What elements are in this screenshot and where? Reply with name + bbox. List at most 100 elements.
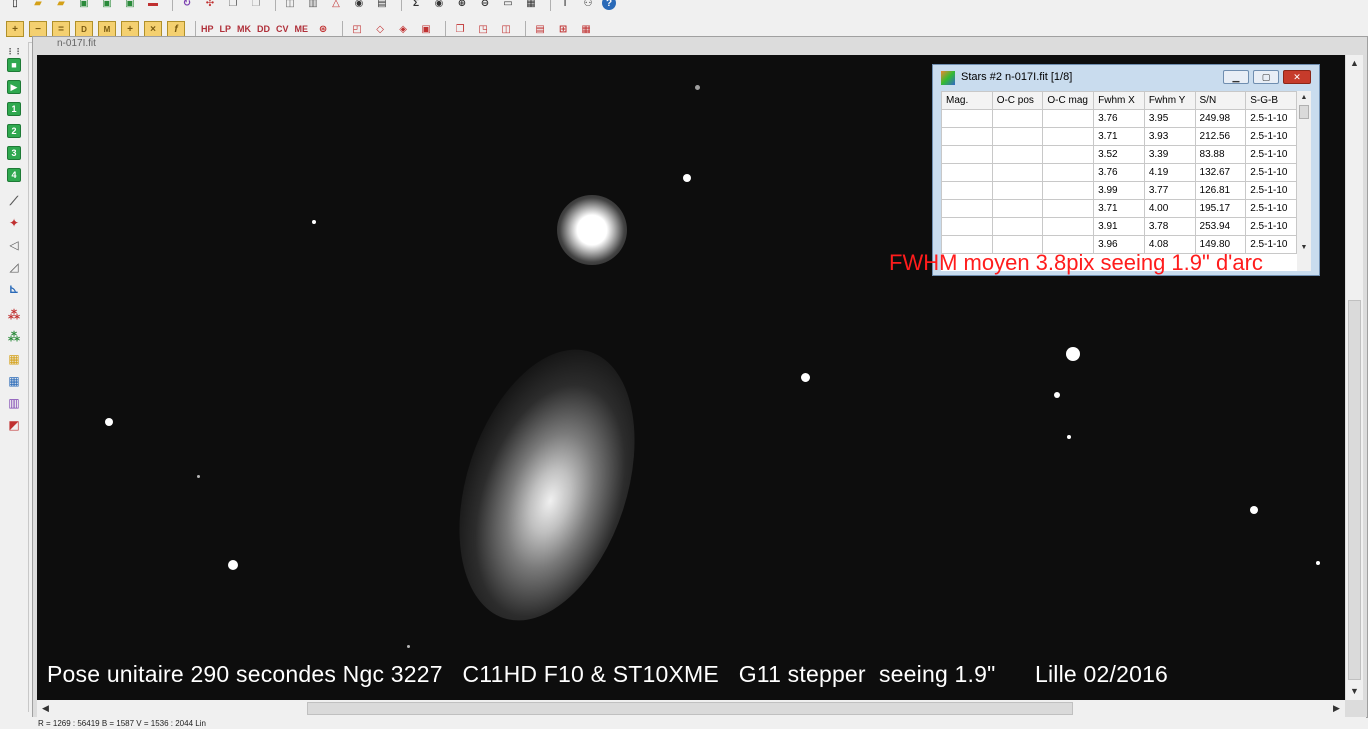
channel-4-button[interactable]: 4 bbox=[7, 168, 21, 182]
convolve-button[interactable]: CV bbox=[276, 24, 289, 34]
channel-2-button[interactable]: 2 bbox=[7, 124, 21, 138]
zoom-in-icon[interactable]: ⊕ bbox=[453, 0, 471, 11]
table-row[interactable]: 3.71 4.00 195.17 2.5-1-10 bbox=[941, 199, 1297, 218]
palette-icon[interactable]: ▦ bbox=[7, 352, 21, 366]
column-header[interactable]: Fwhm Y bbox=[1143, 91, 1196, 110]
rgb-icon[interactable]: ⁂ bbox=[7, 308, 21, 322]
zoom-window-icon[interactable]: ◫ bbox=[281, 0, 299, 11]
color-grid-icon[interactable]: ▦ bbox=[7, 374, 21, 388]
monitor-icon[interactable]: ▭ bbox=[499, 0, 517, 11]
open-folder-icon[interactable]: ▰ bbox=[29, 0, 47, 11]
table-row[interactable]: 3.76 4.19 132.67 2.5-1-10 bbox=[941, 163, 1297, 182]
image-window-title: n-017I.fit bbox=[57, 38, 96, 49]
photometry-icon[interactable]: ◉ bbox=[350, 0, 368, 11]
copy-icon[interactable]: ❐ bbox=[224, 0, 242, 11]
save-icon[interactable]: ▣ bbox=[75, 0, 93, 11]
channel-3-button[interactable]: 3 bbox=[7, 146, 21, 160]
table-row[interactable]: 3.52 3.39 83.88 2.5-1-10 bbox=[941, 145, 1297, 164]
open-list-icon[interactable]: ▰ bbox=[52, 0, 70, 11]
multiply-image-icon[interactable]: = bbox=[52, 21, 70, 37]
maximize-button[interactable]: ▢ bbox=[1253, 70, 1279, 84]
frame-icon[interactable]: ▣ bbox=[417, 21, 435, 37]
profile-icon[interactable]: △ bbox=[327, 0, 345, 11]
telescope-icon[interactable]: ⊤ bbox=[556, 0, 574, 11]
print-icon[interactable]: ▦ bbox=[522, 0, 540, 11]
graph-icon[interactable]: ⟋ bbox=[7, 194, 21, 208]
scroll-down-icon[interactable]: ▼ bbox=[1346, 683, 1363, 700]
image-vertical-scroll-thumb[interactable] bbox=[1348, 300, 1361, 680]
cascade-windows-icon[interactable]: ❐ bbox=[451, 21, 469, 37]
lowpass-button[interactable]: LP bbox=[220, 24, 232, 34]
channel-1-button[interactable]: 1 bbox=[7, 102, 21, 116]
close-image-icon[interactable]: ▬ bbox=[144, 0, 162, 11]
scroll-up-icon[interactable]: ▲ bbox=[1297, 91, 1311, 105]
histogram-icon[interactable]: ▥ bbox=[304, 0, 322, 11]
scroll-left-icon[interactable]: ◀ bbox=[37, 700, 54, 717]
eye-icon[interactable]: ◉ bbox=[430, 0, 448, 11]
table-row[interactable]: 3.76 3.95 249.98 2.5-1-10 bbox=[941, 109, 1297, 128]
scroll-right-icon[interactable]: ▶ bbox=[1328, 700, 1345, 717]
highpass-button[interactable]: HP bbox=[201, 24, 214, 34]
paste-icon[interactable]: ❐ bbox=[247, 0, 265, 11]
color-balance-icon[interactable]: ⁂ bbox=[7, 330, 21, 344]
tile-vertical-icon[interactable]: ◫ bbox=[497, 21, 515, 37]
column-header[interactable]: Fwhm X bbox=[1093, 91, 1145, 110]
info-icon[interactable]: ▤ bbox=[373, 0, 391, 11]
function-icon[interactable]: f bbox=[167, 21, 185, 37]
offset-icon[interactable]: + bbox=[121, 21, 139, 37]
table-cell: 3.76 bbox=[1093, 163, 1145, 182]
resize-icon[interactable]: ◈ bbox=[394, 21, 412, 37]
table-row[interactable]: 3.91 3.78 253.94 2.5-1-10 bbox=[941, 217, 1297, 236]
measure-icon[interactable]: ◁ bbox=[7, 238, 21, 252]
image-vertical-scrollbar[interactable]: ▲ ▼ bbox=[1346, 55, 1363, 700]
stop-button[interactable]: ■ bbox=[7, 58, 21, 72]
stars-window-titlebar[interactable]: Stars #2 n-017I.fit [1/8] ▁ ▢ ✕ bbox=[933, 65, 1319, 89]
levels-icon[interactable]: ▥ bbox=[7, 396, 21, 410]
star-select-icon[interactable]: ✦ bbox=[7, 216, 21, 230]
refresh-icon[interactable]: ↻ bbox=[178, 0, 196, 11]
close-button[interactable]: ✕ bbox=[1283, 70, 1311, 84]
median-icon[interactable]: M bbox=[98, 21, 116, 37]
rotate-icon[interactable]: ◇ bbox=[371, 21, 389, 37]
column-header[interactable]: Mag. bbox=[941, 91, 993, 110]
scroll-up-icon[interactable]: ▲ bbox=[1346, 55, 1363, 72]
new-file-icon[interactable]: ▯ bbox=[6, 0, 24, 11]
minimize-button[interactable]: ▁ bbox=[1223, 70, 1249, 84]
grid-2x2-icon[interactable]: ⊞ bbox=[554, 21, 572, 37]
help-icon[interactable]: ? bbox=[602, 0, 616, 10]
max-entropy-button[interactable]: ME bbox=[295, 24, 309, 34]
scroll-down-icon[interactable]: ▼ bbox=[1297, 241, 1311, 255]
table-row[interactable]: 3.71 3.93 212.56 2.5-1-10 bbox=[941, 127, 1297, 146]
stars-table-scrollbar[interactable]: ▲ ▼ bbox=[1297, 91, 1311, 271]
crop-icon[interactable]: ◰ bbox=[348, 21, 366, 37]
grid-3x3-icon[interactable]: ▦ bbox=[577, 21, 595, 37]
tile-horizontal-icon[interactable]: ▤ bbox=[531, 21, 549, 37]
column-header[interactable]: S/N bbox=[1194, 91, 1247, 110]
tools-icon[interactable]: ✣ bbox=[201, 0, 219, 11]
column-header[interactable]: O-C mag bbox=[1042, 91, 1095, 110]
zoom-out-icon[interactable]: ⊖ bbox=[476, 0, 494, 11]
subtract-image-icon[interactable]: − bbox=[29, 21, 47, 37]
image-horizontal-scroll-thumb[interactable] bbox=[307, 702, 1073, 715]
sum-icon[interactable]: Σ bbox=[407, 0, 425, 11]
scatter-plot-icon[interactable]: ⊾ bbox=[7, 282, 21, 296]
unsharp-mask-button[interactable]: MK bbox=[237, 24, 251, 34]
table-cell: 3.77 bbox=[1143, 181, 1196, 200]
arrange-windows-icon[interactable]: ◳ bbox=[474, 21, 492, 37]
wavelet-icon[interactable]: ⊛ bbox=[314, 21, 332, 37]
stars-table-scroll-thumb[interactable] bbox=[1299, 105, 1309, 119]
save-as-icon[interactable]: ▣ bbox=[98, 0, 116, 11]
column-header[interactable]: S-G-B bbox=[1245, 91, 1297, 110]
clear-icon[interactable]: × bbox=[144, 21, 162, 37]
people-icon[interactable]: ⚇ bbox=[579, 0, 597, 11]
table-row[interactable]: 3.99 3.77 126.81 2.5-1-10 bbox=[941, 181, 1297, 200]
layers-icon[interactable]: ◩ bbox=[7, 418, 21, 432]
curve-icon[interactable]: ◿ bbox=[7, 260, 21, 274]
ddp-button[interactable]: DD bbox=[257, 24, 270, 34]
column-header[interactable]: O-C pos bbox=[991, 91, 1044, 110]
divide-image-icon[interactable]: D bbox=[75, 21, 93, 37]
play-button[interactable]: ▶ bbox=[7, 80, 21, 94]
save-all-icon[interactable]: ▣ bbox=[121, 0, 139, 11]
image-horizontal-scrollbar[interactable]: ◀ ▶ bbox=[37, 700, 1345, 717]
add-image-icon[interactable]: + bbox=[6, 21, 24, 37]
